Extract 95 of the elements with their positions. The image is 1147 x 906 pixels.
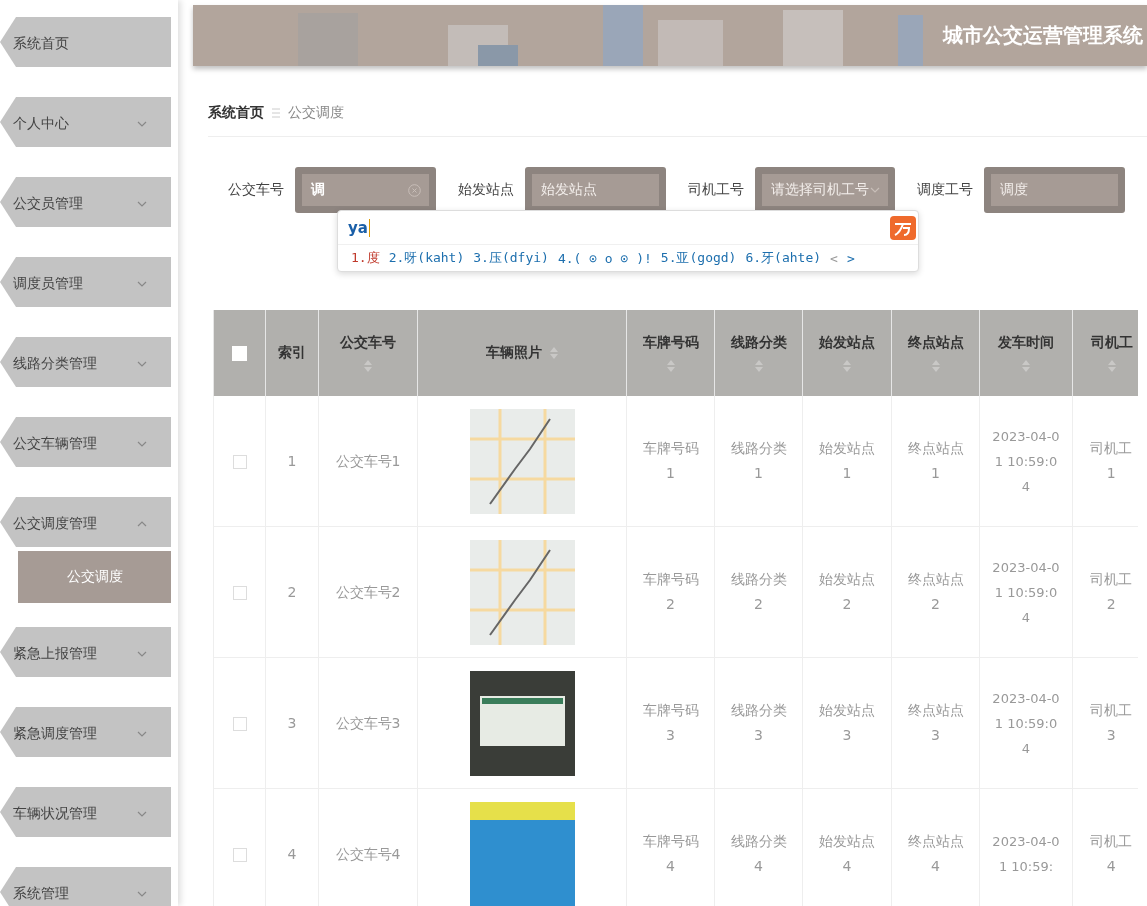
table-cell-text: 终点站点2: [906, 570, 965, 614]
search-label: 始发站点: [457, 181, 514, 199]
table-cell-text: 司机工 3: [1090, 701, 1133, 745]
column-header[interactable]: 车辆照片: [417, 310, 627, 396]
ime-input-text: ya: [348, 218, 370, 237]
table-cell-text: 终点站点4: [906, 832, 965, 876]
sidebar-menu-item[interactable]: 公交调度管理: [0, 497, 171, 547]
table-cell-text: 公交车号3: [335, 713, 401, 733]
ime-logo-icon[interactable]: [890, 215, 916, 240]
chevron-down-icon: [137, 811, 147, 817]
table-cell-text: 车牌号码4: [641, 832, 700, 876]
previous-page-button[interactable]: <: [830, 250, 838, 266]
column-header: 索引: [265, 310, 319, 396]
row-checkbox[interactable]: [232, 716, 247, 731]
table-cell-text: 车牌号码1: [641, 439, 700, 483]
column-header[interactable]: 终点站点: [891, 310, 980, 396]
sidebar-menu-item[interactable]: 公交车辆管理: [0, 417, 171, 467]
sort-icon[interactable]: [550, 347, 558, 359]
ime-candidate[interactable]: 4.( ⊙ o ⊙ )!: [557, 250, 652, 266]
sort-icon[interactable]: [666, 360, 675, 372]
chevron-down-icon: [137, 731, 147, 737]
table-cell-text: 线路分类4: [729, 832, 788, 876]
column-header[interactable]: 始发站点: [802, 310, 892, 396]
sort-icon[interactable]: [364, 360, 372, 372]
ime-candidate[interactable]: 6.牙(ahte): [745, 249, 822, 267]
column-header[interactable]: 司机工: [1072, 310, 1138, 396]
table-cell-text: 线路分类1: [729, 439, 788, 483]
search-label: 调度工号: [917, 181, 974, 199]
search-label: 司机工号: [687, 181, 744, 199]
chevron-down-icon: [137, 361, 147, 367]
table-cell-text: 公交车号1: [335, 451, 401, 471]
sidebar-menu-item[interactable]: 个人中心: [0, 97, 171, 147]
table-cell-text: 终点站点1: [906, 439, 965, 483]
chevron-down-icon: [137, 891, 147, 897]
chevron-down-icon: [137, 201, 147, 207]
row-checkbox[interactable]: [232, 847, 247, 862]
sidebar-menu-item[interactable]: 线路分类管理: [0, 337, 171, 387]
table-cell-text: 公交车号2: [335, 582, 401, 602]
table-cell-text: 3: [287, 713, 297, 733]
sidebar-menu-item[interactable]: 紧急调度管理: [0, 707, 171, 757]
table-cell-text: 2023-04-01 10:59:04: [992, 427, 1060, 496]
sidebar-menu-item[interactable]: 系统管理: [0, 867, 171, 906]
sort-icon[interactable]: [931, 360, 940, 372]
chevron-down-icon: [870, 187, 881, 193]
ime-candidate[interactable]: 3.压(dfyi): [473, 249, 549, 267]
column-header[interactable]: 车牌号码: [626, 310, 715, 396]
ime-candidate[interactable]: 5.亚(gogd): [660, 249, 737, 267]
table-cell-text: 始发站点1: [818, 439, 876, 483]
chevron-down-icon: [137, 281, 147, 287]
sidebar-menu-item[interactable]: 车辆状况管理: [0, 787, 171, 837]
column-header[interactable]: 发车时间: [979, 310, 1073, 396]
row-checkbox[interactable]: [232, 454, 247, 469]
chevron-down-icon: [137, 441, 147, 447]
row-checkbox[interactable]: [232, 585, 247, 600]
ime-candidate[interactable]: 1.度: [351, 249, 380, 267]
sidebar-menu-item[interactable]: 调度员管理: [0, 257, 171, 307]
breadcrumb-current: 公交调度: [288, 104, 344, 122]
chevron-up-icon: [137, 521, 147, 527]
table-cell-text: 始发站点3: [818, 701, 876, 745]
table-cell-text: 公交车号4: [335, 844, 401, 864]
sort-icon[interactable]: [1108, 360, 1117, 372]
breadcrumb-separator-icon: [272, 108, 280, 118]
sidebar-menu-item[interactable]: 公交员管理: [0, 177, 171, 227]
search-label: 公交车号: [228, 181, 284, 199]
table-cell-text: 车牌号码2: [641, 570, 700, 614]
select-all-checkbox[interactable]: [232, 346, 247, 362]
table-cell-text: 4: [287, 844, 297, 864]
sort-icon[interactable]: [754, 360, 763, 372]
next-page-button[interactable]: >: [846, 250, 855, 266]
table-cell-text: 始发站点2: [818, 570, 876, 614]
table-cell-text: 2: [287, 582, 297, 602]
table-cell-text: 司机工 1: [1090, 439, 1133, 483]
chevron-down-icon: [137, 651, 147, 657]
table-cell-text: 2023-04-01 10:59:04: [992, 558, 1060, 627]
breadcrumb-link[interactable]: 系统首页: [208, 104, 264, 122]
table-cell-text: 线路分类2: [729, 570, 788, 614]
ime-candidate[interactable]: 2.呀(kaht): [388, 249, 465, 267]
sidebar-menu-item[interactable]: 系统首页: [0, 17, 171, 67]
table-cell-text: 1: [287, 451, 297, 471]
chevron-down-icon: [137, 121, 147, 127]
table-cell-text: 终点站点3: [906, 701, 965, 745]
table-cell-text: 车牌号码3: [641, 701, 700, 745]
system-title: 城市公交运营管理系统: [943, 22, 1143, 49]
table-cell-text: 2023-04-01 10:59:04: [992, 689, 1060, 758]
table-cell-text: 司机工 2: [1090, 570, 1133, 614]
column-header[interactable]: 线路分类: [714, 310, 803, 396]
table-cell-text: 司机工 4: [1090, 832, 1133, 876]
table-cell-text: 线路分类3: [729, 701, 788, 745]
sort-icon[interactable]: [1022, 360, 1030, 372]
column-header[interactable]: 公交车号: [318, 310, 418, 396]
table-cell-text: 2023-04-01 10:59:: [992, 833, 1060, 876]
clear-icon[interactable]: [407, 183, 421, 197]
sort-icon[interactable]: [843, 360, 851, 372]
table-cell-text: 始发站点4: [818, 832, 876, 876]
sidebar-menu-item[interactable]: 紧急上报管理: [0, 627, 171, 677]
